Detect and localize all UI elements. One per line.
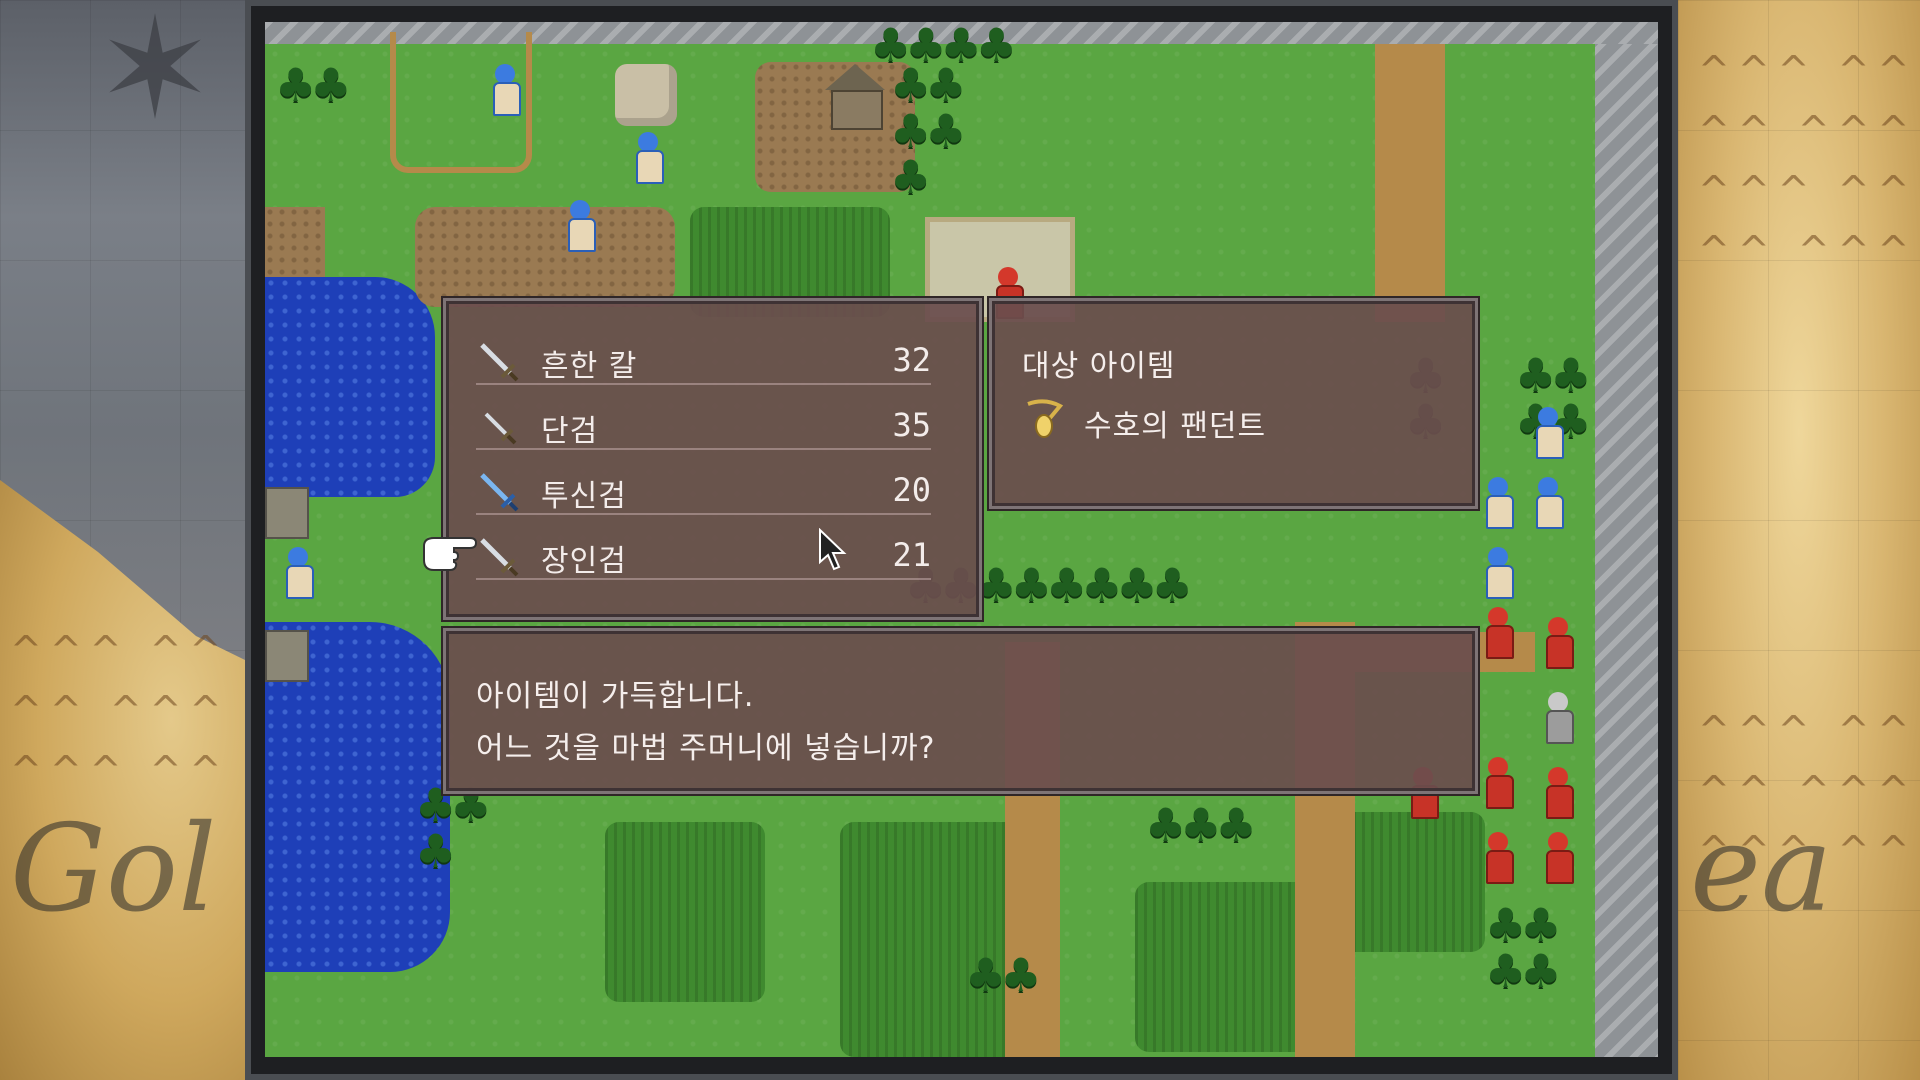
mountains-decoration: ^^^ ^^ ^^ ^^^ ^^^ ^^ ^^ ^^^ [1698, 48, 1918, 272]
fort-gate [265, 487, 309, 539]
tree-cluster: ♣♣♣♣ [1485, 898, 1562, 998]
crop-field [605, 822, 765, 1002]
left-border-art: ✶ ^^^ ^^ ^^ ^^^ ^^^ ^^ Gol [0, 0, 245, 1080]
weapon-name: 흔한 칼 [541, 349, 638, 384]
tree-cluster: ♣♣ [275, 58, 352, 112]
enemy-unit[interactable] [1480, 607, 1516, 661]
weapon-uses: 35 [892, 406, 931, 444]
pointing-hand-cursor-icon [423, 537, 478, 571]
message-window: 아이템이 가득합니다. 어느 것을 마법 주머니에 넣습니까? [443, 628, 1478, 794]
weapon-row[interactable]: 단검 35 [476, 396, 931, 450]
player-unit[interactable] [1480, 477, 1516, 531]
mountain-cliff [1595, 22, 1658, 1057]
sword-icon [480, 343, 519, 382]
enemy-unit[interactable] [1540, 617, 1576, 671]
map-title-fragment-left: Gol [10, 800, 217, 939]
player-unit[interactable] [1530, 477, 1566, 531]
message-line-2: 어느 것을 마법 주머니에 넣습니까? [476, 731, 936, 766]
weapon-list-window: 흔한 칼 32 단검 35 투신검 20 장인검 21 [443, 298, 982, 620]
tree-cluster: ♣♣♣ [415, 778, 492, 878]
enemy-unit[interactable] [1480, 757, 1516, 811]
target-item-name: 수호의 팬던트 [1084, 409, 1267, 444]
weapon-name: 단검 [541, 414, 599, 449]
tree-cluster: ♣♣ ♣♣ ♣ [890, 58, 967, 204]
pendant-icon [1027, 399, 1064, 438]
dagger-icon [484, 412, 517, 445]
player-unit[interactable] [630, 132, 666, 186]
enemy-unit[interactable] [1540, 692, 1576, 746]
weapon-name: 투신검 [541, 479, 627, 514]
player-unit[interactable] [562, 200, 598, 254]
weapon-row-selected[interactable]: 장인검 21 [476, 526, 931, 580]
enemy-unit[interactable] [1540, 832, 1576, 886]
blue-sword-icon [480, 473, 519, 512]
player-unit[interactable] [280, 547, 316, 601]
tree-cluster: ♣♣♣♣ [870, 22, 1017, 72]
map-title-fragment-right: ea [1690, 800, 1833, 939]
sword-icon [480, 538, 519, 577]
message-line-1: 아이템이 가득합니다. [476, 679, 755, 714]
player-unit[interactable] [1530, 407, 1566, 461]
crop-field [1335, 812, 1485, 952]
target-panel-title: 대상 아이템 [1022, 349, 1176, 384]
tree-cluster: ♣♣♣ [1145, 798, 1257, 852]
house [825, 64, 885, 130]
road [1375, 22, 1445, 322]
weapon-name: 장인검 [541, 544, 627, 579]
fort-gate [265, 630, 309, 682]
lake-upper [265, 277, 435, 497]
weapon-uses: 20 [892, 471, 931, 509]
stone-pillar [615, 64, 677, 126]
dirt-patch [415, 207, 675, 307]
dirt-patch [265, 207, 325, 277]
mountains-decoration: ^^^ ^^ ^^ ^^^ ^^^ ^^ [10, 628, 230, 792]
player-unit[interactable] [487, 64, 523, 118]
crop-field [1135, 882, 1315, 1052]
tree-cluster: ♣♣ [965, 948, 1042, 1002]
weapon-row[interactable]: 흔한 칼 32 [476, 331, 931, 385]
enemy-unit[interactable] [1540, 767, 1576, 821]
weapon-row[interactable]: 투신검 20 [476, 461, 931, 515]
target-item-window: 대상 아이템 수호의 팬던트 [989, 298, 1478, 509]
mouse-pointer-icon [819, 528, 847, 571]
enemy-unit[interactable] [1480, 832, 1516, 886]
weapon-uses: 32 [892, 341, 931, 379]
compass-rose-icon: ✶ [96, 0, 214, 151]
player-unit[interactable] [1480, 547, 1516, 601]
weapon-uses: 21 [892, 536, 931, 574]
